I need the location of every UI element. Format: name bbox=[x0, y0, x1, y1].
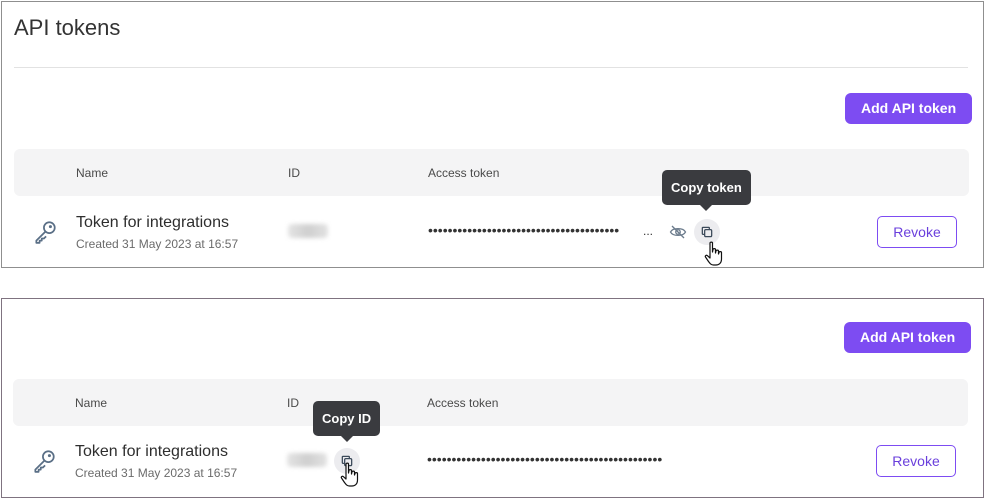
column-header-id: ID bbox=[288, 166, 300, 180]
revoke-button[interactable]: Revoke bbox=[877, 216, 957, 248]
token-created-date: Created 31 May 2023 at 16:57 bbox=[75, 466, 238, 480]
page-title: API tokens bbox=[14, 15, 121, 40]
title-divider bbox=[14, 67, 968, 68]
access-token-masked: ••••••••••••••••••••••••••••••••••••••• bbox=[428, 222, 620, 238]
column-header-id: ID bbox=[287, 396, 299, 410]
table-row: Token for integrations Created 31 May 20… bbox=[13, 426, 968, 496]
hand-pointer-icon bbox=[340, 462, 359, 487]
table-header: Name ID Access token bbox=[14, 149, 969, 196]
api-tokens-panel: API tokens Add API token Name ID Access … bbox=[1, 1, 984, 268]
table-header: Name ID Access token bbox=[13, 379, 968, 426]
table-row: Token for integrations Created 31 May 20… bbox=[14, 196, 969, 266]
access-token-masked: ••••••••••••••••••••••••••••••••••••••••… bbox=[427, 451, 663, 467]
toggle-visibility-button[interactable] bbox=[665, 219, 691, 245]
token-id-blurred bbox=[288, 224, 328, 238]
add-api-token-button[interactable]: Add API token bbox=[845, 93, 973, 124]
eye-slash-icon bbox=[669, 225, 687, 239]
access-token-truncation: ... bbox=[643, 224, 654, 238]
copy-icon bbox=[701, 226, 713, 238]
token-name: Token for integrations bbox=[76, 214, 229, 231]
key-icon bbox=[35, 221, 56, 244]
copy-token-tooltip: Copy token bbox=[662, 170, 751, 211]
column-header-name: Name bbox=[76, 166, 109, 180]
column-header-name: Name bbox=[75, 396, 108, 410]
column-header-access-token: Access token bbox=[428, 166, 500, 180]
key-icon bbox=[34, 450, 55, 473]
column-header-access-token: Access token bbox=[427, 396, 499, 410]
revoke-button[interactable]: Revoke bbox=[876, 445, 956, 477]
token-id-blurred bbox=[287, 453, 327, 467]
token-name: Token for integrations bbox=[75, 443, 228, 460]
api-tokens-panel-copy-id: Add API token Name ID Access token Token… bbox=[1, 298, 984, 498]
copy-id-tooltip: Copy ID bbox=[313, 401, 381, 442]
token-created-date: Created 31 May 2023 at 16:57 bbox=[76, 237, 239, 251]
hand-pointer-icon bbox=[704, 241, 723, 266]
add-api-token-button[interactable]: Add API token bbox=[844, 322, 972, 353]
